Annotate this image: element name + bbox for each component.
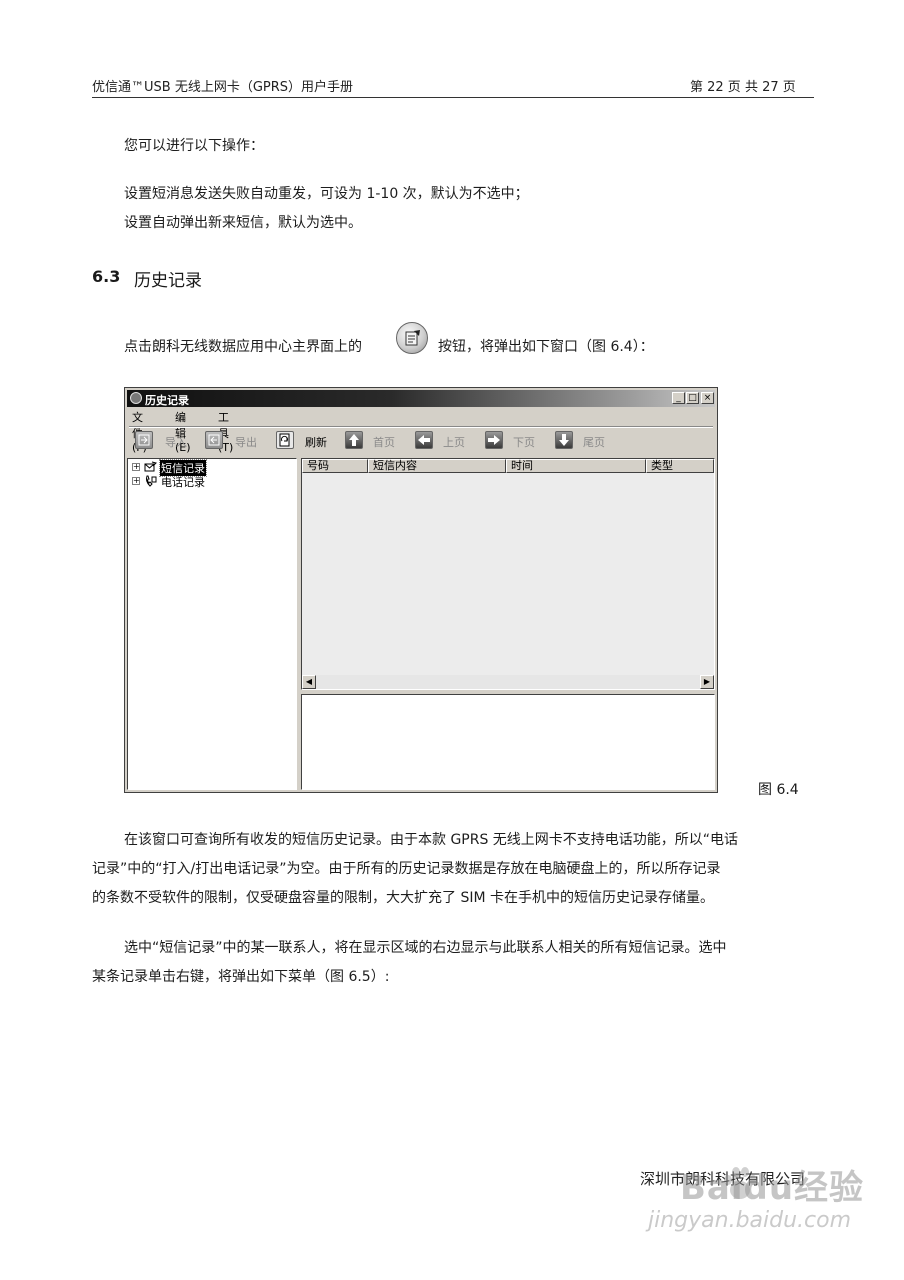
scroll-right-icon[interactable]: ▶ bbox=[700, 675, 714, 689]
paragraph: 点击朗科无线数据应用中心主界面上的 bbox=[124, 339, 362, 355]
maximize-button[interactable]: □ bbox=[686, 392, 699, 404]
section-number: 6.3 bbox=[92, 267, 121, 286]
phone-icon bbox=[145, 475, 157, 487]
history-window: 历史记录 _ □ × 文件(F) 编辑(E) 工具(T) 导入 导出 刷新 首页… bbox=[124, 387, 718, 793]
column-header-number[interactable]: 号码 bbox=[302, 459, 368, 473]
expand-icon[interactable]: + bbox=[132, 463, 140, 471]
refresh-icon[interactable] bbox=[276, 431, 294, 449]
paragraph: 设置短消息发送失败自动重发，可设为 1-10 次，默认为不选中； bbox=[124, 186, 529, 202]
records-table: 号码 短信内容 时间 类型 ◀ ▶ bbox=[301, 458, 715, 690]
tree-item-phone[interactable]: + 电话记录 bbox=[132, 474, 292, 490]
paragraph: 选中“短信记录”中的某一联系人，将在显示区域的右边显示与此联系人相关的所有短信记… bbox=[124, 940, 727, 956]
next-page-label[interactable]: 下页 bbox=[513, 434, 535, 450]
paragraph: 您可以进行以下操作： bbox=[124, 138, 264, 154]
export-icon[interactable] bbox=[205, 431, 223, 449]
paragraph: 某条记录单击右键，将弹出如下菜单（图 6.5）: bbox=[92, 969, 390, 985]
detail-pane[interactable] bbox=[301, 694, 715, 790]
title-bar: 历史记录 _ □ × bbox=[127, 390, 715, 407]
paragraph: 的条数不受软件的限制，仅受硬盘容量的限制，大大扩充了 SIM 卡在手机中的短信历… bbox=[92, 890, 714, 906]
paragraph: 在该窗口可查询所有收发的短信历史记录。由于本款 GPRS 无线上网卡不支持电话功… bbox=[124, 832, 739, 848]
paragraph: 记录”中的“打入/打出电话记录”为空。由于所有的历史记录数据是存放在电脑硬盘上的… bbox=[92, 861, 721, 877]
app-icon bbox=[130, 392, 142, 404]
horizontal-scrollbar[interactable]: ◀ ▶ bbox=[302, 675, 714, 689]
close-button[interactable]: × bbox=[701, 392, 714, 404]
tree-label-phone[interactable]: 电话记录 bbox=[160, 474, 206, 490]
column-header-type[interactable]: 类型 bbox=[646, 459, 714, 473]
last-page-label[interactable]: 尾页 bbox=[583, 434, 605, 450]
minimize-button[interactable]: _ bbox=[672, 392, 685, 404]
watermark-url: jingyan.baidu.com bbox=[648, 1208, 852, 1233]
arrow-down-icon[interactable] bbox=[555, 431, 573, 449]
paragraph: 设置自动弹出新来短信，默认为选中。 bbox=[124, 215, 362, 231]
column-header-time[interactable]: 时间 bbox=[506, 459, 646, 473]
figure-caption: 图 6.4 bbox=[758, 782, 799, 798]
scroll-left-icon[interactable]: ◀ bbox=[302, 675, 316, 689]
toolbar-divider bbox=[129, 426, 713, 428]
column-header-content[interactable]: 短信内容 bbox=[368, 459, 506, 473]
page-number: 第 22 页 共 27 页 bbox=[690, 80, 796, 95]
doc-title: 优信通™USB 无线上网卡（GPRS）用户手册 bbox=[92, 80, 354, 95]
prev-page-label[interactable]: 上页 bbox=[443, 434, 465, 450]
import-icon[interactable] bbox=[135, 431, 153, 449]
header-divider bbox=[92, 97, 814, 98]
history-button-icon bbox=[396, 322, 428, 354]
section-title: 历史记录 bbox=[134, 271, 202, 291]
watermark-logo: Baidu经验 bbox=[680, 1168, 865, 1208]
export-label[interactable]: 导出 bbox=[235, 434, 257, 450]
tree-pane: + 短信记录 + 电话记录 bbox=[127, 458, 297, 790]
first-page-label[interactable]: 首页 bbox=[373, 434, 395, 450]
tree-item-sms[interactable]: + 短信记录 bbox=[132, 459, 292, 477]
arrow-right-icon[interactable] bbox=[485, 431, 503, 449]
import-label[interactable]: 导入 bbox=[165, 434, 187, 450]
arrow-left-icon[interactable] bbox=[415, 431, 433, 449]
expand-icon[interactable]: + bbox=[132, 477, 140, 485]
window-title: 历史记录 bbox=[145, 394, 189, 407]
arrow-up-icon[interactable] bbox=[345, 431, 363, 449]
sms-icon bbox=[144, 461, 157, 472]
refresh-label[interactable]: 刷新 bbox=[305, 434, 327, 450]
paragraph: 按钮，将弹出如下窗口（图 6.4）： bbox=[438, 339, 654, 355]
